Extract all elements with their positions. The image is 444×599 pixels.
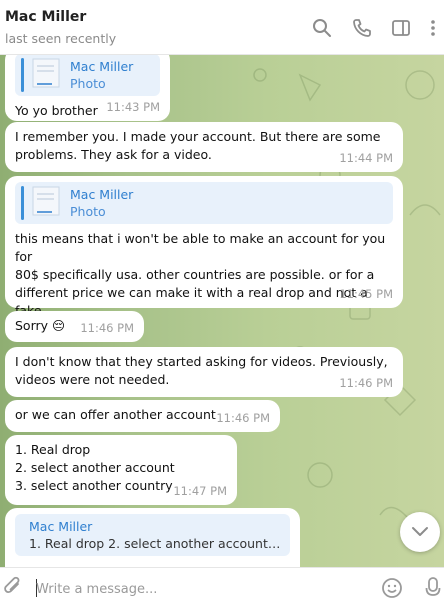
- message-time: 11:46 PM: [339, 376, 393, 390]
- reply-preview[interactable]: Mac Miller Photo: [15, 182, 393, 224]
- reply-type: Photo: [70, 76, 106, 91]
- message-bubble[interactable]: Mac Miller 1. Real drop 2. select anothe…: [5, 508, 300, 567]
- attach-icon[interactable]: [3, 576, 23, 599]
- reply-author: Mac Miller: [29, 519, 93, 534]
- message-bubble[interactable]: or we can offer another account 11:46 PM: [5, 400, 280, 432]
- chat-status: last seen recently: [5, 31, 117, 46]
- message-text-line: 2. select another account: [15, 460, 175, 475]
- photo-thumbnail-icon: [32, 58, 60, 88]
- message-input[interactable]: [36, 579, 366, 599]
- photo-thumbnail-icon: [32, 186, 60, 216]
- search-icon[interactable]: [312, 18, 332, 38]
- emoji-icon[interactable]: [381, 577, 403, 599]
- message-bubble[interactable]: Mac Miller Photo Yo yo brother 11:43 PM: [5, 55, 170, 121]
- message-time: 11:46 PM: [216, 411, 270, 425]
- message-time: 11:44 PM: [339, 151, 393, 165]
- message-composer: [0, 567, 444, 599]
- message-bubble[interactable]: I don't know that they started asking fo…: [5, 347, 403, 397]
- message-text-line: videos were not needed.: [15, 372, 170, 387]
- message-list[interactable]: Mac Miller Photo Yo yo brother 11:43 PM …: [0, 55, 444, 567]
- reply-text: 1. Real drop 2. select another account 3…: [29, 536, 284, 551]
- reply-author: Mac Miller: [70, 187, 134, 202]
- microphone-icon[interactable]: [425, 576, 441, 599]
- chevron-down-icon: [412, 527, 428, 536]
- message-time: 11:43 PM: [106, 100, 160, 114]
- message-text-line: problems. They ask for a video.: [15, 147, 212, 162]
- message-text-line: I remember you. I made your account. But…: [15, 129, 381, 144]
- message-text-line: I don't know that they started asking fo…: [15, 354, 388, 369]
- message-text-line: 1. Real drop: [15, 442, 91, 457]
- chat-title[interactable]: Mac Miller: [5, 9, 86, 25]
- scroll-to-bottom-button[interactable]: [400, 512, 440, 552]
- reply-preview[interactable]: Mac Miller 1. Real drop 2. select anothe…: [15, 514, 290, 556]
- phone-icon[interactable]: [352, 18, 372, 38]
- message-time: 11:46 PM: [80, 321, 134, 335]
- message-time: 11:45 PM: [339, 287, 393, 301]
- message-text-line: this means that i won't be able to make …: [15, 231, 386, 264]
- message-time: 11:47 PM: [173, 484, 227, 498]
- sidebar-icon[interactable]: [391, 18, 411, 38]
- more-vertical-icon[interactable]: [427, 18, 439, 38]
- message-bubble[interactable]: 1. Real drop 2. select another account 3…: [5, 435, 237, 505]
- reply-author: Mac Miller: [70, 59, 134, 74]
- message-bubble[interactable]: Mac Miller Photo this means that i won't…: [5, 176, 403, 336]
- reply-preview[interactable]: Mac Miller Photo: [15, 55, 160, 96]
- chat-header: Mac Miller last seen recently: [0, 0, 444, 55]
- message-bubble[interactable]: Sorry 😔 11:46 PM: [5, 311, 144, 342]
- message-bubble[interactable]: I remember you. I made your account. But…: [5, 122, 403, 172]
- reply-type: Photo: [70, 204, 106, 219]
- message-text-line: 80$ specifically usa. other countries ar…: [15, 267, 375, 282]
